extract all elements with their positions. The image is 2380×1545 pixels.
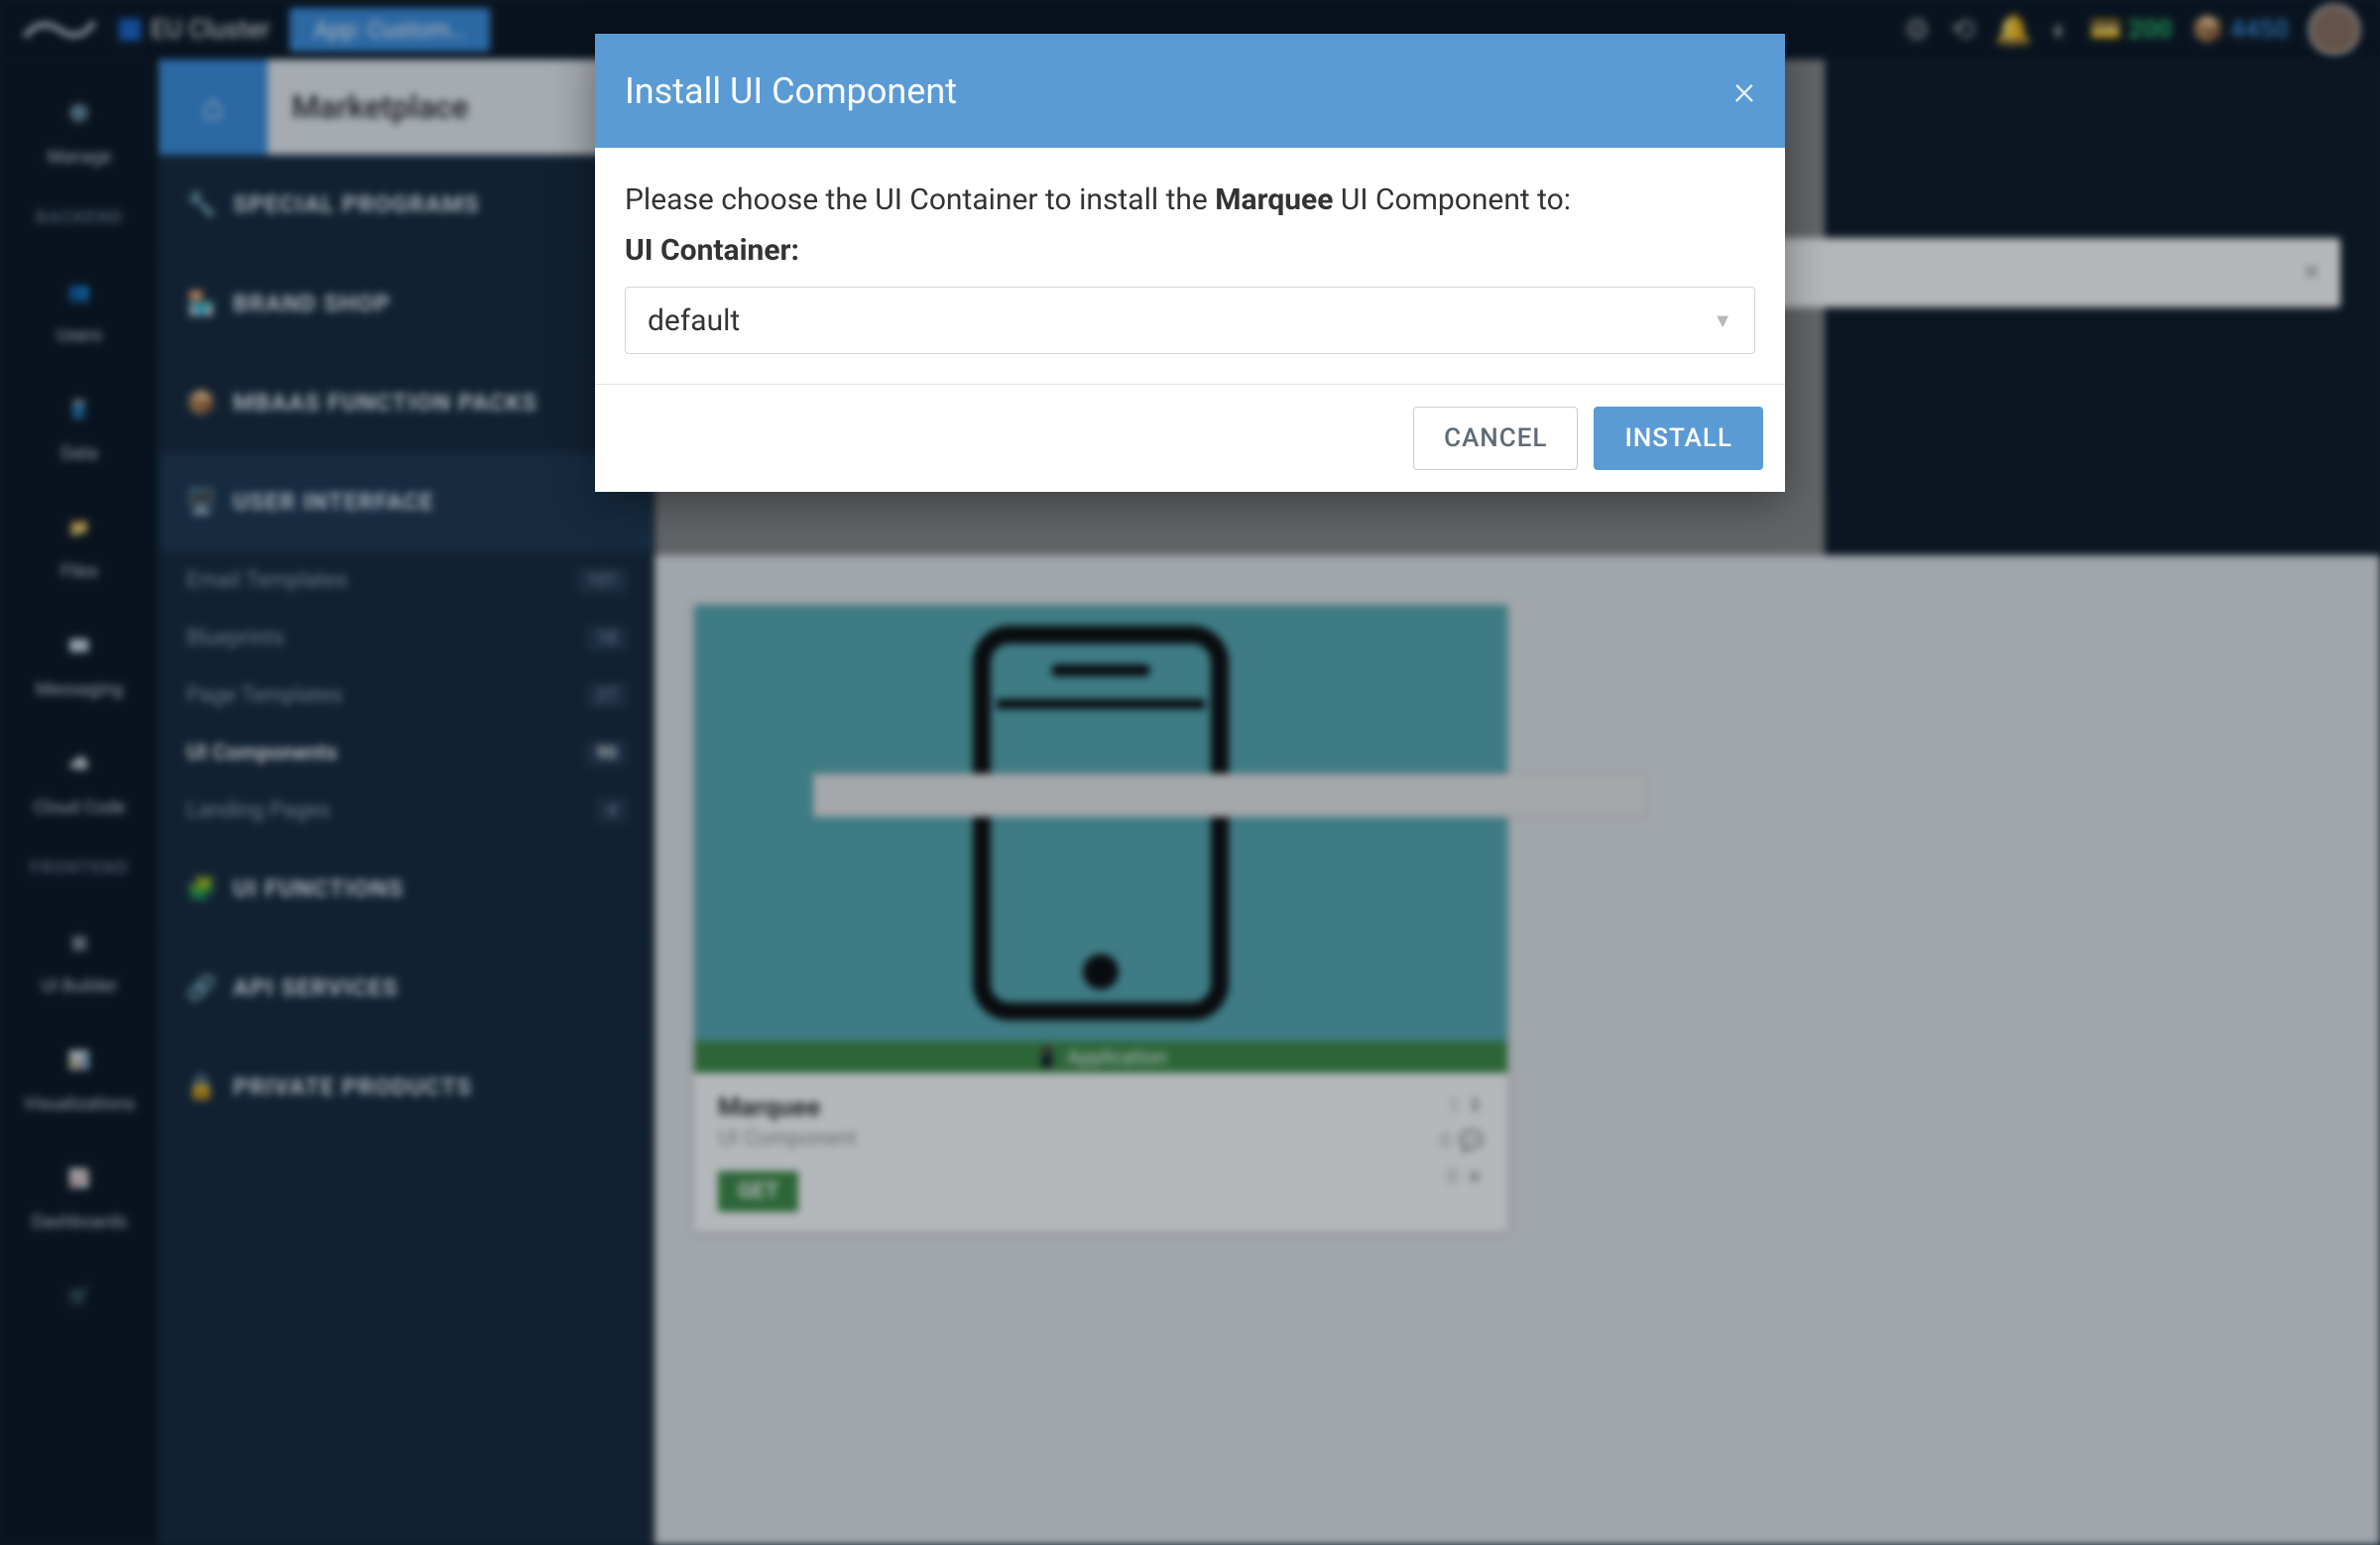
modal-header: Install UI Component × bbox=[595, 34, 1785, 148]
cancel-button[interactable]: CANCEL bbox=[1413, 407, 1578, 470]
modal-body: Please choose the UI Container to instal… bbox=[595, 148, 1785, 384]
modal-overlay[interactable]: Install UI Component × Please choose the… bbox=[0, 0, 2380, 1545]
ui-container-label: UI Container: bbox=[625, 228, 1755, 273]
close-icon[interactable]: × bbox=[1733, 70, 1755, 112]
install-modal: Install UI Component × Please choose the… bbox=[595, 34, 1785, 492]
chevron-down-icon: ▼ bbox=[1713, 308, 1732, 333]
install-button[interactable]: INSTALL bbox=[1594, 407, 1763, 470]
select-value: default bbox=[648, 303, 740, 338]
ui-container-select[interactable]: default ▼ bbox=[625, 287, 1755, 354]
modal-title: Install UI Component bbox=[625, 70, 957, 112]
modal-prompt: Please choose the UI Container to instal… bbox=[625, 178, 1755, 222]
modal-footer: CANCEL INSTALL bbox=[595, 384, 1785, 492]
